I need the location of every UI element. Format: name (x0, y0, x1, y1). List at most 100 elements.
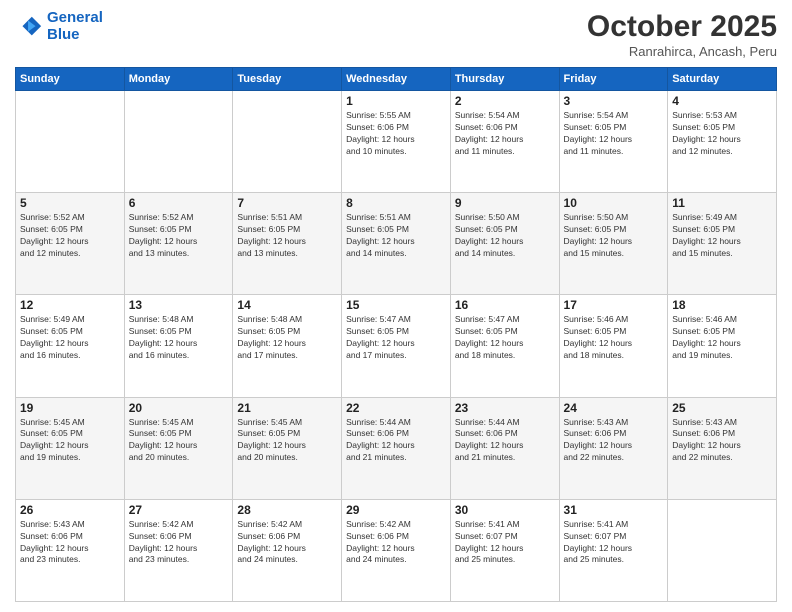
logo-line2: Blue (47, 26, 80, 43)
calendar-cell: 26Sunrise: 5:43 AM Sunset: 6:06 PM Dayli… (16, 499, 125, 601)
calendar-cell: 10 Sunrise: 5:50 AM Sunset: 6:05 PM Dayli… (559, 193, 668, 295)
location-subtitle: Ranrahirca, Ancash, Peru (587, 44, 777, 59)
calendar-cell: 20Sunrise: 5:45 AM Sunset: 6:05 PM Dayli… (124, 397, 233, 499)
calendar-cell: 6Sunrise: 5:52 AM Sunset: 6:05 PM Daylig… (124, 193, 233, 295)
title-block: October 2025 Ranrahirca, Ancash, Peru (587, 10, 777, 59)
day-info: Sunrise: 5:41 AM Sunset: 6:07 PM Dayligh… (455, 519, 555, 567)
day-number: 12 (20, 298, 120, 312)
calendar-cell (668, 499, 777, 601)
calendar-cell: 29 Sunrise: 5:42 AM Sunset: 6:06 PM Dayli… (342, 499, 451, 601)
calendar-cell: 24Sunrise: 5:43 AM Sunset: 6:06 PM Dayli… (559, 397, 668, 499)
calendar-cell: 9Sunrise: 5:50 AM Sunset: 6:05 PM Daylig… (450, 193, 559, 295)
calendar-cell (16, 91, 125, 193)
day-info: Sunrise: 5:55 AM Sunset: 6:06 PM Dayligh… (346, 110, 446, 158)
calendar-cell: 25 Sunrise: 5:43 AM Sunset: 6:06 PM Dayli… (668, 397, 777, 499)
day-info: Sunrise: 5:47 AM Sunset: 6:05 PM Dayligh… (455, 314, 555, 362)
day-info: Sunrise: 5:50 AM Sunset: 6:05 PM Dayligh… (564, 212, 664, 260)
day-number: 17 (564, 298, 664, 312)
day-info: Sunrise: 5:52 AM Sunset: 6:05 PM Dayligh… (20, 212, 120, 260)
calendar-cell: 12 Sunrise: 5:49 AM Sunset: 6:05 PM Dayli… (16, 295, 125, 397)
calendar-cell: 15 Sunrise: 5:47 AM Sunset: 6:05 PM Dayli… (342, 295, 451, 397)
calendar-cell (124, 91, 233, 193)
calendar-table: SundayMondayTuesdayWednesdayThursdayFrid… (15, 67, 777, 602)
day-info: Sunrise: 5:49 AM Sunset: 6:05 PM Dayligh… (672, 212, 772, 260)
day-number: 15 (346, 298, 446, 312)
day-number: 1 (346, 94, 446, 108)
day-number: 3 (564, 94, 664, 108)
page: General Blue October 2025 Ranrahirca, An… (0, 0, 792, 612)
day-info: Sunrise: 5:42 AM Sunset: 6:06 PM Dayligh… (237, 519, 337, 567)
day-info: Sunrise: 5:43 AM Sunset: 6:06 PM Dayligh… (672, 417, 772, 465)
calendar-week-2: 5 Sunrise: 5:52 AM Sunset: 6:05 PM Daylig… (16, 193, 777, 295)
day-number: 30 (455, 503, 555, 517)
day-number: 6 (129, 196, 229, 210)
weekday-header-saturday: Saturday (668, 68, 777, 91)
month-title: October 2025 (587, 10, 777, 44)
calendar-cell: 30 Sunrise: 5:41 AM Sunset: 6:07 PM Dayli… (450, 499, 559, 601)
weekday-header-sunday: Sunday (16, 68, 125, 91)
calendar-cell: 31Sunrise: 5:41 AM Sunset: 6:07 PM Dayli… (559, 499, 668, 601)
calendar-week-4: 19 Sunrise: 5:45 AM Sunset: 6:05 PM Dayli… (16, 397, 777, 499)
day-number: 10 (564, 196, 664, 210)
calendar-cell: 28 Sunrise: 5:42 AM Sunset: 6:06 PM Dayli… (233, 499, 342, 601)
header: General Blue October 2025 Ranrahirca, An… (15, 10, 777, 59)
day-number: 22 (346, 401, 446, 415)
day-info: Sunrise: 5:45 AM Sunset: 6:05 PM Dayligh… (237, 417, 337, 465)
day-info: Sunrise: 5:43 AM Sunset: 6:06 PM Dayligh… (564, 417, 664, 465)
day-info: Sunrise: 5:49 AM Sunset: 6:05 PM Dayligh… (20, 314, 120, 362)
day-info: Sunrise: 5:41 AM Sunset: 6:07 PM Dayligh… (564, 519, 664, 567)
day-number: 4 (672, 94, 772, 108)
day-number: 16 (455, 298, 555, 312)
day-info: Sunrise: 5:51 AM Sunset: 6:05 PM Dayligh… (237, 212, 337, 260)
day-number: 19 (20, 401, 120, 415)
day-info: Sunrise: 5:43 AM Sunset: 6:06 PM Dayligh… (20, 519, 120, 567)
day-number: 14 (237, 298, 337, 312)
day-info: Sunrise: 5:45 AM Sunset: 6:05 PM Dayligh… (20, 417, 120, 465)
day-number: 8 (346, 196, 446, 210)
day-info: Sunrise: 5:50 AM Sunset: 6:05 PM Dayligh… (455, 212, 555, 260)
calendar-cell: 5 Sunrise: 5:52 AM Sunset: 6:05 PM Daylig… (16, 193, 125, 295)
calendar-cell: 21Sunrise: 5:45 AM Sunset: 6:05 PM Dayli… (233, 397, 342, 499)
day-number: 28 (237, 503, 337, 517)
day-number: 5 (20, 196, 120, 210)
calendar-cell: 17 Sunrise: 5:46 AM Sunset: 6:05 PM Dayli… (559, 295, 668, 397)
day-number: 13 (129, 298, 229, 312)
calendar-cell: 14 Sunrise: 5:48 AM Sunset: 6:05 PM Dayli… (233, 295, 342, 397)
calendar-cell: 23Sunrise: 5:44 AM Sunset: 6:06 PM Dayli… (450, 397, 559, 499)
weekday-header-tuesday: Tuesday (233, 68, 342, 91)
weekday-header-friday: Friday (559, 68, 668, 91)
logo: General Blue (15, 10, 103, 43)
day-number: 2 (455, 94, 555, 108)
day-info: Sunrise: 5:47 AM Sunset: 6:05 PM Dayligh… (346, 314, 446, 362)
calendar-header-row: SundayMondayTuesdayWednesdayThursdayFrid… (16, 68, 777, 91)
day-info: Sunrise: 5:42 AM Sunset: 6:06 PM Dayligh… (346, 519, 446, 567)
calendar-cell: 1 Sunrise: 5:55 AM Sunset: 6:06 PM Daylig… (342, 91, 451, 193)
day-info: Sunrise: 5:48 AM Sunset: 6:05 PM Dayligh… (237, 314, 337, 362)
day-info: Sunrise: 5:54 AM Sunset: 6:05 PM Dayligh… (564, 110, 664, 158)
calendar-cell: 13Sunrise: 5:48 AM Sunset: 6:05 PM Dayli… (124, 295, 233, 397)
day-info: Sunrise: 5:44 AM Sunset: 6:06 PM Dayligh… (455, 417, 555, 465)
day-info: Sunrise: 5:42 AM Sunset: 6:06 PM Dayligh… (129, 519, 229, 567)
calendar-week-3: 12 Sunrise: 5:49 AM Sunset: 6:05 PM Dayli… (16, 295, 777, 397)
calendar-week-1: 1 Sunrise: 5:55 AM Sunset: 6:06 PM Daylig… (16, 91, 777, 193)
weekday-header-wednesday: Wednesday (342, 68, 451, 91)
day-number: 27 (129, 503, 229, 517)
calendar-cell: 27 Sunrise: 5:42 AM Sunset: 6:06 PM Dayli… (124, 499, 233, 601)
calendar-cell: 22 Sunrise: 5:44 AM Sunset: 6:06 PM Dayli… (342, 397, 451, 499)
logo-line1: General (47, 9, 103, 26)
day-info: Sunrise: 5:46 AM Sunset: 6:05 PM Dayligh… (564, 314, 664, 362)
calendar-cell: 7Sunrise: 5:51 AM Sunset: 6:05 PM Daylig… (233, 193, 342, 295)
day-number: 29 (346, 503, 446, 517)
day-number: 20 (129, 401, 229, 415)
calendar-cell: 2 Sunrise: 5:54 AM Sunset: 6:06 PM Daylig… (450, 91, 559, 193)
day-info: Sunrise: 5:44 AM Sunset: 6:06 PM Dayligh… (346, 417, 446, 465)
day-number: 25 (672, 401, 772, 415)
day-info: Sunrise: 5:53 AM Sunset: 6:05 PM Dayligh… (672, 110, 772, 158)
logo-icon (15, 13, 43, 41)
calendar-cell: 4 Sunrise: 5:53 AM Sunset: 6:05 PM Daylig… (668, 91, 777, 193)
day-info: Sunrise: 5:54 AM Sunset: 6:06 PM Dayligh… (455, 110, 555, 158)
calendar-cell: 3 Sunrise: 5:54 AM Sunset: 6:05 PM Daylig… (559, 91, 668, 193)
calendar-cell: 18Sunrise: 5:46 AM Sunset: 6:05 PM Dayli… (668, 295, 777, 397)
weekday-header-thursday: Thursday (450, 68, 559, 91)
day-info: Sunrise: 5:51 AM Sunset: 6:05 PM Dayligh… (346, 212, 446, 260)
